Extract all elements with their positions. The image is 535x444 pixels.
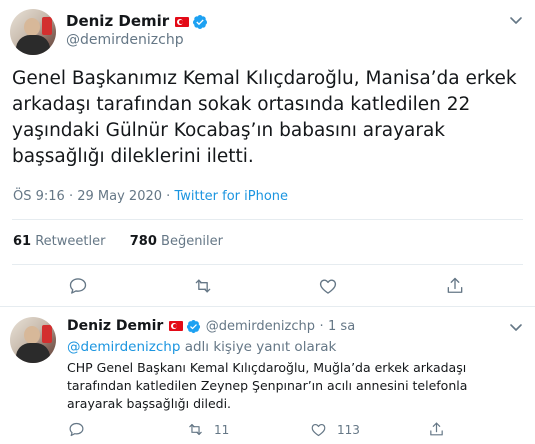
tweet-age[interactable]: 1 sa: [328, 319, 355, 334]
divider: [12, 219, 523, 220]
share-icon[interactable]: [428, 421, 445, 438]
tweet-date[interactable]: 29 May 2020: [77, 189, 162, 204]
share-icon[interactable]: [445, 276, 465, 296]
replying-to: @demirdenizchp adlı kişiye yanıt olarak: [67, 339, 522, 355]
tweet-time[interactable]: ÖS 9:16: [13, 189, 65, 204]
verified-badge-icon: [187, 319, 201, 333]
meta-separator: ·: [166, 189, 171, 204]
likes-stat[interactable]: 780 Beğeniler: [130, 234, 223, 249]
retweet-icon[interactable]: [187, 421, 204, 438]
tweet-source[interactable]: Twitter for iPhone: [174, 189, 288, 204]
like-count[interactable]: 113: [337, 423, 360, 437]
divider: [0, 306, 535, 307]
chevron-down-icon[interactable]: [508, 12, 524, 28]
turkey-flag-icon: [169, 321, 184, 331]
divider: [12, 264, 523, 265]
avatar[interactable]: [10, 317, 56, 363]
tweet-stats: 61 Retweetler 780 Beğeniler: [13, 234, 223, 249]
chevron-down-icon[interactable]: [508, 319, 524, 335]
like-icon[interactable]: [310, 421, 327, 438]
tweet-text: Genel Başkanımız Kemal Kılıçdaroğlu, Man…: [12, 68, 517, 167]
retweets-stat[interactable]: 61 Retweetler: [13, 234, 105, 249]
reply-actions: 11 113: [0, 421, 535, 443]
reply-text: CHP Genel Başkanı Kemal Kılıçdaroğlu, Mu…: [67, 360, 468, 411]
avatar[interactable]: [10, 9, 56, 55]
like-icon[interactable]: [318, 276, 338, 296]
author-name[interactable]: Deniz Demir: [66, 12, 169, 30]
retweet-count[interactable]: 11: [214, 423, 229, 437]
meta-separator: ·: [68, 189, 74, 204]
retweet-icon[interactable]: [193, 276, 213, 296]
tweet-meta: ÖS 9:16 · 29 May 2020 · Twitter for iPho…: [13, 189, 288, 204]
replying-to-mention[interactable]: @demirdenizchp: [67, 339, 180, 355]
age-separator: ·: [319, 319, 324, 334]
reply-icon[interactable]: [68, 421, 85, 438]
author-name[interactable]: Deniz Demir: [67, 318, 163, 334]
verified-badge-icon: [193, 14, 208, 29]
turkey-flag-icon: [175, 16, 190, 27]
author-handle[interactable]: @demirdenizchp: [206, 319, 315, 334]
reply-icon[interactable]: [68, 276, 88, 296]
author-handle[interactable]: @demirdenizchp: [66, 32, 184, 48]
replying-to-label: adlı kişiye yanıt olarak: [184, 339, 337, 355]
reply-tweet[interactable]: Deniz Demir @demirdenizchp · 1 sa @demir…: [0, 309, 535, 444]
tweet-actions: [0, 276, 535, 300]
reply-body: Deniz Demir @demirdenizchp · 1 sa @demir…: [67, 309, 522, 413]
